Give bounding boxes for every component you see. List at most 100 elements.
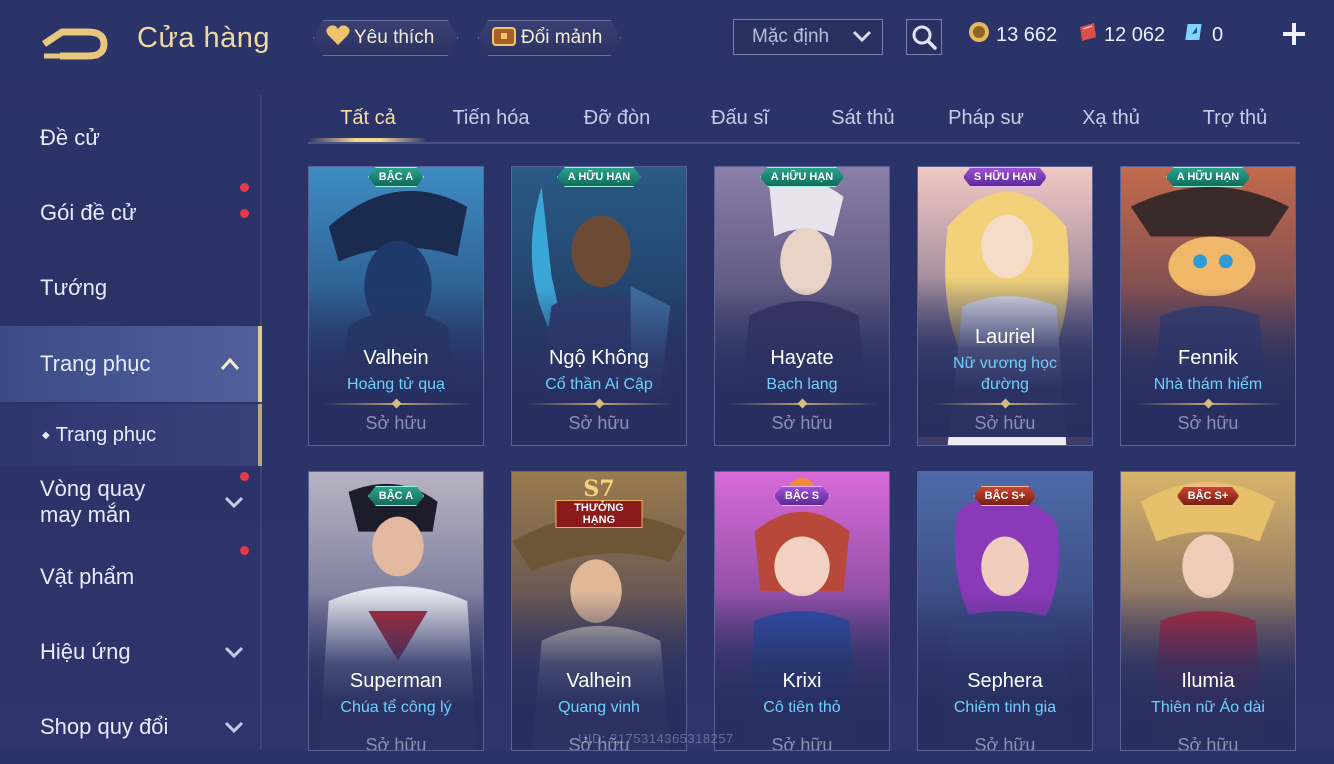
voucher-currency: 12 062 [1076,22,1165,48]
favorites-button[interactable]: Yêu thích [313,20,458,56]
sidebar-item-label: Trang phục [55,423,157,446]
sidebar-item-skins[interactable]: Trang phục [0,326,262,402]
tier-badge: BẬC S [774,486,830,506]
sidebar-item-label: Hiệu ứng [40,639,131,664]
heart-icon [326,24,350,52]
hero-name: Krixi [782,670,822,692]
add-currency-button[interactable] [1278,18,1310,50]
tab-evolution[interactable]: Tiến hóa [436,96,546,140]
ticket-currency: 0 [1184,22,1223,48]
tab-all[interactable]: Tất cả [308,96,428,140]
tier-badge: BẬC S+ [1177,486,1240,506]
tab-marksman[interactable]: Xạ thủ [1056,96,1166,140]
tier-badge: BẬC A [368,167,424,187]
gold-currency: 13 662 [968,22,1057,48]
notification-dot [240,546,249,555]
notification-dot [240,208,249,218]
sidebar-item-featured-bundles[interactable]: Gói đề cử [0,176,262,250]
back-button[interactable] [40,22,110,62]
ownership-status: Sở hữu [1177,735,1239,751]
uid-watermark: UID: 2175314365318257 [578,731,734,746]
treasure-chest-icon [491,22,517,54]
skin-name: Hoàng tử quạ [347,376,445,393]
sidebar-item-effects[interactable]: Hiệu ứng [0,615,262,689]
skin-name: Bạch lang [766,376,838,393]
divider-ornament [323,398,471,409]
season-reward-badge: S7 THƯỞNG HẠNG [555,476,643,528]
sidebar-item-featured[interactable]: Đề cử [0,101,262,175]
divider-ornament [526,398,674,409]
ownership-status: Sở hữu [974,413,1036,433]
skin-card[interactable]: BẬC S+ Ilumia Thiên nữ Áo dài Sở hữu [1120,471,1296,751]
ownership-status: Sở hữu [974,735,1036,751]
skin-name: Cô tiên thỏ [763,699,841,716]
search-button[interactable] [906,19,942,55]
chevron-down-icon [224,721,244,734]
sidebar-subitem-skins[interactable]: ◆ Trang phục [0,404,262,466]
sidebar-item-label: Vòng quay may mắn [40,476,146,527]
sidebar-item-label: Vật phẩm [40,564,135,589]
ownership-status: Sở hữu [568,413,630,433]
skin-card[interactable]: S HỮU HẠN Lauriel Nữ vương học đường Sở … [917,166,1093,446]
exchange-fragments-button[interactable]: Đổi mảnh [478,20,621,56]
ownership-status: Sở hữu [365,413,427,433]
skin-name: Chúa tể công lý [340,699,452,716]
sort-selected-value: Mặc định [752,26,830,47]
tab-mage[interactable]: Pháp sư [931,96,1041,140]
chevron-up-icon [220,357,240,370]
bullet-diamond-icon: ◆ [42,429,50,441]
skin-name: Cổ thần Ai Cập [545,376,653,393]
notification-dot [240,472,249,481]
red-voucher-icon [1076,21,1098,49]
hero-name: Valhein [566,670,632,692]
sidebar-item-label: Tướng [40,275,108,300]
active-tab-indicator [308,138,428,142]
tier-badge: BẬC A [368,486,424,506]
tab-tank[interactable]: Đỡ đòn [562,96,672,140]
tab-fighter[interactable]: Đấu sĩ [685,96,795,140]
divider-ornament [729,398,877,409]
blue-ticket-icon [1184,21,1206,49]
exchange-label: Đổi mảnh [521,27,603,48]
sidebar-item-heroes[interactable]: Tướng [0,251,262,325]
sort-dropdown[interactable]: Mặc định [733,19,883,55]
tab-support[interactable]: Trợ thủ [1180,96,1290,140]
hero-name: Valhein [363,347,429,369]
hero-name: Superman [349,670,443,692]
hero-name: Ilumia [1181,670,1235,692]
sidebar-item-exchange-shop[interactable]: Shop quy đổi [0,690,262,764]
sidebar-item-lucky-wheel[interactable]: Vòng quay may mắn [0,468,262,536]
season-label: S7 [583,476,615,502]
tab-assassin[interactable]: Sát thủ [808,96,918,140]
hero-name: Sephera [967,670,1043,692]
category-tabs: Tất cả Tiến hóa Đỡ đòn Đấu sĩ Sát thủ Ph… [308,96,1300,144]
ownership-status: Sở hữu [365,735,427,751]
divider-ornament [1135,398,1283,409]
skin-name: Quang vinh [558,699,640,716]
notification-dot [240,183,249,192]
skin-name: Chiêm tinh gia [953,699,1057,716]
hero-name: Fennik [1177,347,1239,369]
skin-card[interactable]: BẬC A Superman Chúa tể công lý Sở hữu [308,471,484,751]
season-reward-label: THƯỞNG HẠNG [555,500,643,528]
skin-card[interactable]: A HỮU HẠN Fennik Nhà thám hiểm Sở hữu [1120,166,1296,446]
plus-icon [1283,23,1305,45]
skin-card[interactable]: BẬC S+ Sephera Chiêm tinh gia Sở hữu [917,471,1093,751]
search-icon [912,25,937,50]
page-title: Cửa hàng [137,22,271,54]
skin-card[interactable]: S7 THƯỞNG HẠNG Valhein Quang vinh Sở hữu [511,471,687,751]
skin-card[interactable]: A HỮU HẠN Ngộ Không Cổ thần Ai Cập Sở hữ… [511,166,687,446]
sidebar-item-label: Đề cử [40,125,100,150]
skin-card[interactable]: A HỮU HẠN Hayate Bạch lang Sở hữu [714,166,890,446]
ownership-status: Sở hữu [771,735,833,751]
skin-card[interactable]: BẬC S Krixi Cô tiên thỏ Sở hữu [714,471,890,751]
tier-badge: BẬC S+ [974,486,1037,506]
divider-ornament [932,398,1080,409]
favorites-label: Yêu thích [354,27,435,48]
back-arrow-icon [42,28,108,60]
voucher-amount: 12 062 [1104,23,1166,46]
skin-card[interactable]: BẬC A Valhein Hoàng tử quạ Sở hữu [308,166,484,446]
sidebar-item-items[interactable]: Vật phẩm [0,540,262,614]
gold-amount: 13 662 [996,23,1058,46]
sidebar-item-label: Trang phục [40,351,151,376]
